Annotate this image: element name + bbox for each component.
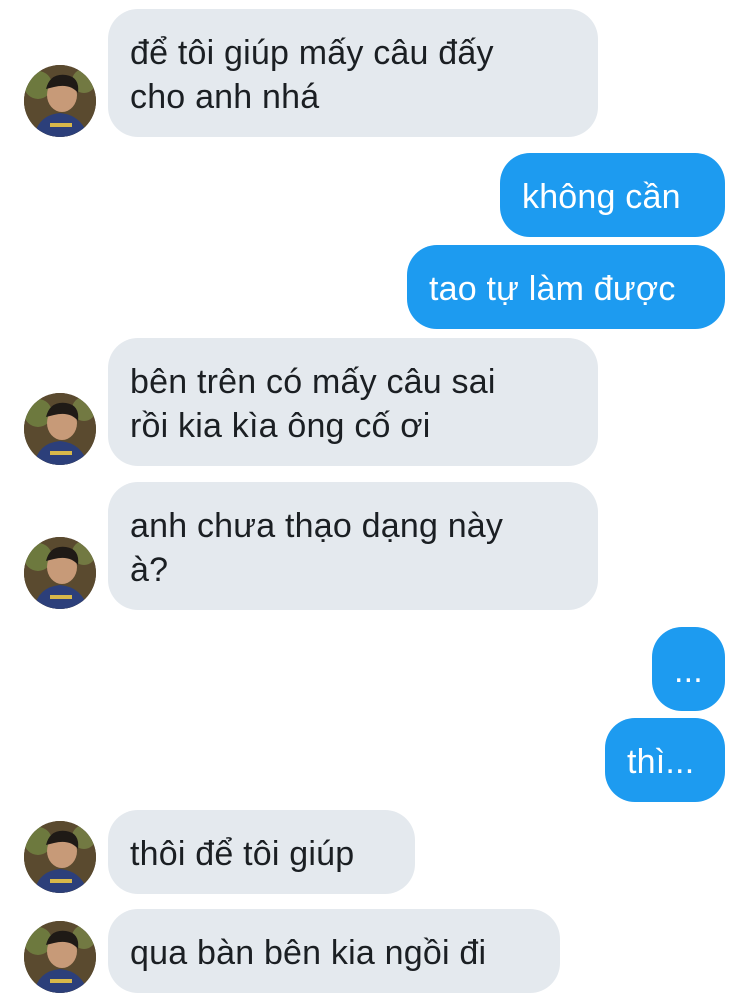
- contact-avatar[interactable]: [24, 921, 96, 993]
- contact-avatar[interactable]: [24, 821, 96, 893]
- message-bubble-incoming[interactable]: anh chưa thạo dạng này à?: [108, 482, 598, 610]
- contact-avatar[interactable]: [24, 537, 96, 609]
- avatar-photo-icon: [24, 65, 96, 137]
- contact-avatar[interactable]: [24, 65, 96, 137]
- avatar-photo-icon: [24, 393, 96, 465]
- message-bubble-outgoing[interactable]: thì...: [605, 718, 725, 802]
- avatar-photo-icon: [24, 537, 96, 609]
- message-bubble-incoming[interactable]: bên trên có mấy câu sai rồi kia kìa ông …: [108, 338, 598, 466]
- contact-avatar[interactable]: [24, 393, 96, 465]
- avatar-photo-icon: [24, 821, 96, 893]
- avatar-photo-icon: [24, 921, 96, 993]
- message-bubble-outgoing[interactable]: ...: [652, 627, 725, 711]
- message-bubble-outgoing[interactable]: tao tự làm được: [407, 245, 725, 329]
- message-bubble-incoming[interactable]: thôi để tôi giúp: [108, 810, 415, 894]
- message-bubble-outgoing[interactable]: không cần: [500, 153, 725, 237]
- message-bubble-incoming[interactable]: qua bàn bên kia ngồi đi: [108, 909, 560, 993]
- message-bubble-incoming[interactable]: để tôi giúp mấy câu đấy cho anh nhá: [108, 9, 598, 137]
